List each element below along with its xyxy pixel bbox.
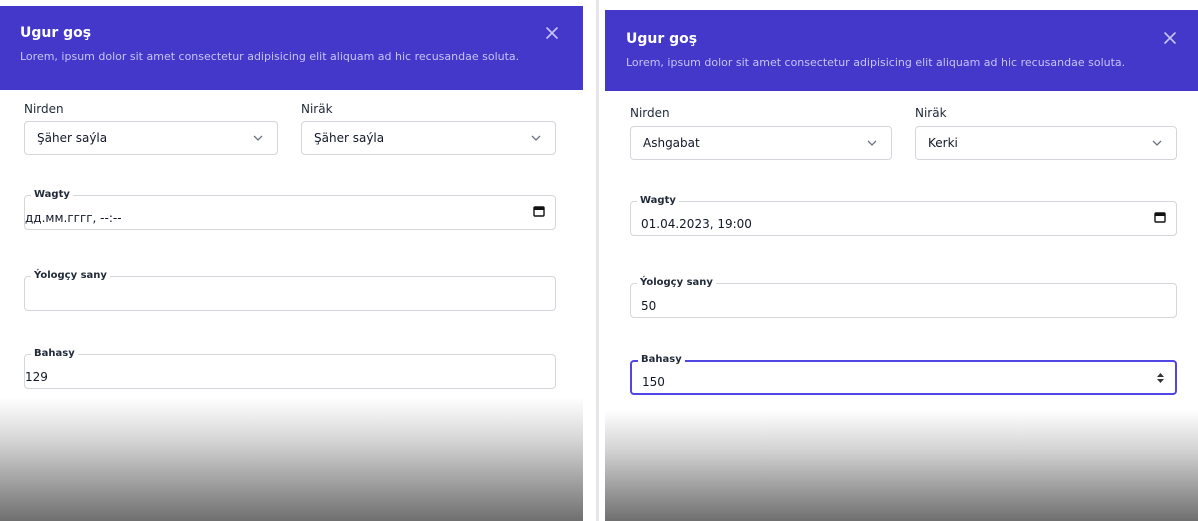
passengers-legend: Ýologçy sany [31, 269, 110, 283]
time-field[interactable]: Wagty 01.04.2023, 19:00 [630, 194, 1177, 236]
from-select-value: Şäher saýla [37, 131, 108, 145]
from-select[interactable]: Şäher saýla [24, 121, 278, 155]
dialog-subtitle: Lorem, ipsum dolor sit amet consectetur … [20, 50, 520, 63]
dialog-title: Ugur goş [20, 25, 92, 41]
to-label: Niräk [915, 106, 947, 120]
to-select[interactable]: Şäher saýla [301, 121, 556, 155]
chevron-down-icon [867, 139, 877, 147]
from-label: Nirden [630, 106, 670, 120]
close-icon[interactable] [1163, 31, 1177, 45]
dialog-left: Ugur goş Lorem, ipsum dolor sit amet con… [0, 6, 583, 521]
time-field[interactable]: Wagty дд.мм.гггг, --:-- [24, 188, 556, 230]
time-value: дд.мм.гггг, --:-- [25, 211, 122, 225]
time-value: 01.04.2023, 19:00 [641, 217, 752, 231]
calendar-icon[interactable] [1154, 211, 1166, 223]
time-legend: Wagty [31, 188, 73, 202]
price-legend: Bahasy [31, 347, 78, 361]
passengers-field[interactable]: Ýologçy sany 50 [630, 276, 1177, 318]
dialog-right: Ugur goş Lorem, ipsum dolor sit amet con… [605, 10, 1198, 521]
to-select-value: Kerki [928, 136, 958, 150]
calendar-icon[interactable] [533, 205, 545, 217]
panel-divider-line [596, 0, 599, 521]
from-select-value: Ashgabat [643, 136, 700, 150]
close-icon[interactable] [545, 26, 559, 40]
time-legend: Wagty [637, 194, 679, 208]
price-legend: Bahasy [638, 353, 685, 367]
bottom-fade-overlay [0, 398, 583, 521]
price-value: 150 [642, 375, 665, 389]
price-field[interactable]: Bahasy 129 [24, 347, 556, 389]
panel-divider [583, 0, 605, 521]
chevron-down-icon [253, 134, 263, 142]
dialog-subtitle: Lorem, ipsum dolor sit amet consectetur … [626, 56, 1126, 69]
from-select[interactable]: Ashgabat [630, 126, 892, 160]
spinner-arrows-icon[interactable] [1156, 371, 1165, 385]
chevron-down-icon [531, 134, 541, 142]
dialog-header: Ugur goş Lorem, ipsum dolor sit amet con… [605, 10, 1198, 91]
bottom-fade-overlay [605, 410, 1198, 521]
dialog-header: Ugur goş Lorem, ipsum dolor sit amet con… [0, 6, 583, 90]
dialog-title: Ugur goş [626, 31, 698, 47]
to-select-value: Şäher saýla [314, 131, 385, 145]
passengers-value: 50 [641, 299, 657, 313]
from-label: Nirden [24, 102, 64, 116]
passengers-legend: Ýologçy sany [637, 276, 716, 290]
price-value: 129 [25, 370, 48, 384]
to-label: Niräk [301, 102, 333, 116]
to-select[interactable]: Kerki [915, 126, 1177, 160]
chevron-down-icon [1152, 139, 1162, 147]
passengers-field[interactable]: Ýologçy sany [24, 269, 556, 311]
price-field[interactable]: Bahasy 150 [630, 353, 1177, 395]
